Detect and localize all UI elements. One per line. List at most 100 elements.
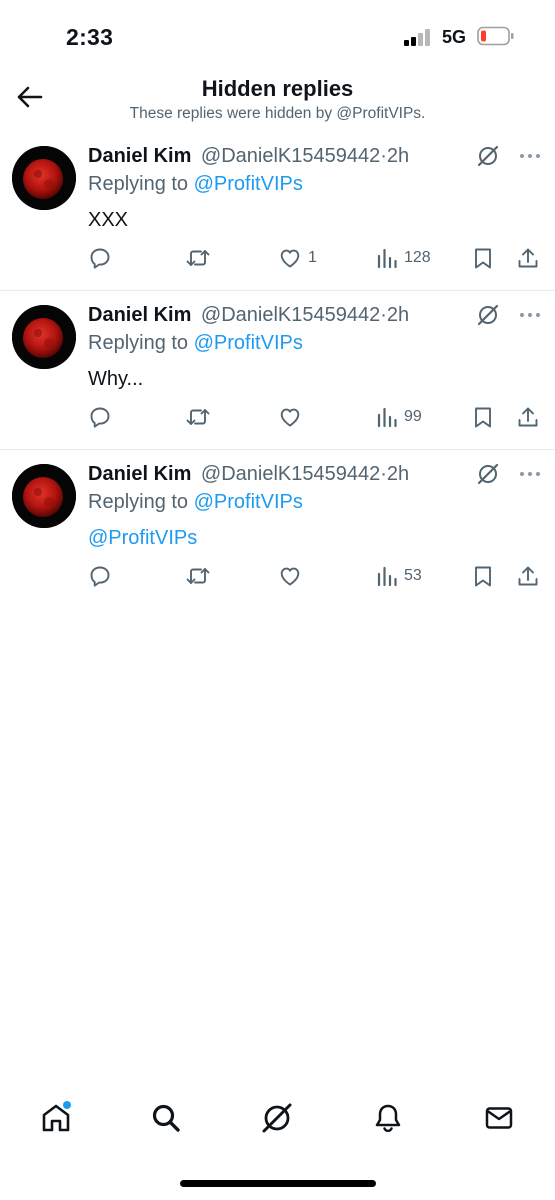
- network-type-label: 5G: [442, 27, 467, 47]
- avatar[interactable]: [12, 464, 76, 528]
- tweet-actions: 53: [88, 563, 543, 589]
- author-handle[interactable]: @DanielK15459442: [201, 304, 380, 326]
- author-name[interactable]: Daniel Kim: [88, 304, 191, 326]
- tweet-header-actions: [477, 463, 541, 487]
- bookmark-button[interactable]: [472, 563, 494, 589]
- separator-dot: ·: [380, 145, 387, 167]
- views-button[interactable]: 53: [376, 563, 422, 589]
- replying-to-mention[interactable]: @ProfitVIPs: [194, 491, 303, 513]
- like-button[interactable]: [278, 404, 308, 430]
- reply-icon: [90, 407, 110, 428]
- home-indicator[interactable]: [180, 1180, 376, 1187]
- analytics-bars-icon: [377, 407, 397, 428]
- tweet-header-actions: [477, 145, 541, 169]
- bookmark-icon: [475, 566, 491, 587]
- reply-icon: [90, 566, 110, 587]
- bookmark-button[interactable]: [472, 245, 494, 271]
- messages-envelope-icon: [485, 1107, 513, 1129]
- more-options-icon[interactable]: [519, 471, 541, 477]
- tweet[interactable]: Daniel Kim @DanielK15459442·2h Replying …: [0, 450, 555, 609]
- retweet-icon: [186, 250, 210, 266]
- author-handle[interactable]: @DanielK15459442: [201, 145, 380, 167]
- grok-icon[interactable]: [477, 145, 499, 167]
- page-subtitle: These replies were hidden by @ProfitVIPs…: [129, 105, 426, 122]
- analytics-bars-icon: [377, 248, 397, 269]
- avatar[interactable]: [12, 146, 76, 210]
- share-icon: [518, 566, 538, 586]
- tweet-text[interactable]: @ProfitVIPs: [88, 526, 197, 550]
- tweet-text: XXX: [88, 209, 129, 231]
- avatar[interactable]: [12, 305, 76, 369]
- more-options-icon[interactable]: [519, 312, 541, 318]
- views-button[interactable]: 128: [376, 245, 431, 271]
- tweet[interactable]: Daniel Kim @DanielK15459442·2h Replying …: [0, 132, 555, 291]
- bookmark-icon: [475, 407, 491, 428]
- view-count: 99: [404, 408, 422, 425]
- tweet-timestamp[interactable]: 2h: [387, 304, 409, 326]
- like-button[interactable]: [278, 563, 308, 589]
- like-button[interactable]: 1: [278, 245, 317, 271]
- cellular-signal-icon: [404, 28, 434, 46]
- replying-to-line: Replying to @ProfitVIPs: [88, 331, 303, 355]
- battery-icon: [477, 26, 514, 46]
- analytics-bars-icon: [377, 566, 397, 587]
- view-count: 128: [404, 249, 431, 266]
- notifications-bell-icon: [375, 1104, 401, 1133]
- author-name[interactable]: Daniel Kim: [88, 463, 191, 485]
- status-time: 2:33: [66, 24, 114, 50]
- tweet-header: Daniel Kim @DanielK15459442·2h: [88, 144, 445, 168]
- replying-to-label: Replying to: [88, 332, 189, 354]
- search-icon: [152, 1104, 180, 1132]
- author-name[interactable]: Daniel Kim: [88, 145, 191, 167]
- nav-notifications[interactable]: [368, 1098, 408, 1138]
- share-icon: [518, 248, 538, 268]
- reply-icon: [90, 248, 110, 269]
- grok-icon[interactable]: [477, 463, 499, 485]
- reply-button[interactable]: [88, 563, 112, 589]
- heart-icon: [280, 408, 300, 427]
- bottom-navigation: [0, 1090, 555, 1144]
- separator-dot: ·: [380, 304, 387, 326]
- retweet-button[interactable]: [185, 563, 211, 589]
- reply-button[interactable]: [88, 404, 112, 430]
- status-bar: 2:33 5G: [0, 0, 555, 70]
- nav-home[interactable]: [36, 1098, 76, 1138]
- reply-button[interactable]: [88, 245, 112, 271]
- page-header: Hidden replies These replies were hidden…: [0, 70, 555, 132]
- replying-to-mention[interactable]: @ProfitVIPs: [194, 332, 303, 354]
- bookmark-icon: [475, 248, 491, 269]
- tweet-actions: 99: [88, 404, 543, 430]
- separator-dot: ·: [380, 463, 387, 485]
- nav-messages[interactable]: [479, 1098, 519, 1138]
- retweet-button[interactable]: [185, 404, 211, 430]
- replying-to-mention[interactable]: @ProfitVIPs: [194, 173, 303, 195]
- retweet-icon: [186, 568, 210, 584]
- share-button[interactable]: [516, 563, 540, 589]
- grok-icon[interactable]: [477, 304, 499, 326]
- nav-grok[interactable]: [257, 1098, 297, 1138]
- share-button[interactable]: [516, 404, 540, 430]
- replying-to-label: Replying to: [88, 173, 189, 195]
- tweet[interactable]: Daniel Kim @DanielK15459442·2h Replying …: [0, 291, 555, 450]
- tweet-timestamp[interactable]: 2h: [387, 145, 409, 167]
- author-handle[interactable]: @DanielK15459442: [201, 463, 380, 485]
- bookmark-button[interactable]: [472, 404, 494, 430]
- more-options-icon[interactable]: [519, 153, 541, 159]
- views-button[interactable]: 99: [376, 404, 422, 430]
- page-title: Hidden replies: [201, 76, 354, 101]
- heart-icon: [280, 249, 300, 268]
- nav-search[interactable]: [146, 1098, 186, 1138]
- share-icon: [518, 407, 538, 427]
- retweet-button[interactable]: [185, 245, 211, 271]
- grok-icon: [262, 1103, 292, 1133]
- replying-to-line: Replying to @ProfitVIPs: [88, 490, 303, 514]
- tweet-timestamp[interactable]: 2h: [387, 463, 409, 485]
- tweet-header: Daniel Kim @DanielK15459442·2h: [88, 462, 445, 486]
- tweet-text: Why...: [88, 368, 144, 390]
- notification-dot: [63, 1101, 71, 1109]
- share-button[interactable]: [516, 245, 540, 271]
- view-count: 53: [404, 567, 422, 584]
- tweet-header: Daniel Kim @DanielK15459442·2h: [88, 303, 445, 327]
- like-count: 1: [308, 249, 317, 266]
- retweet-icon: [186, 409, 210, 425]
